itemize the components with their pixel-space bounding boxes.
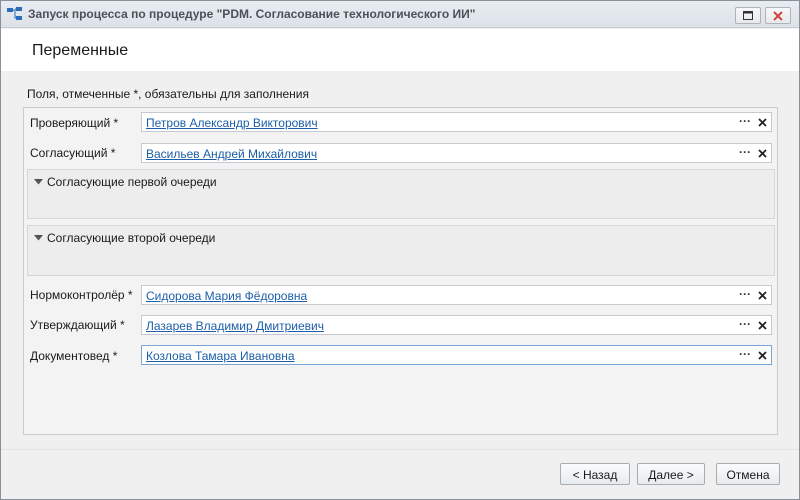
window-title: Запуск процесса по процедуре "PDM. Согла… bbox=[28, 7, 476, 21]
field-label-document-specialist: Документовед * bbox=[30, 349, 118, 363]
close-icon bbox=[773, 10, 783, 21]
norm-controller-browse-button[interactable]: ··· bbox=[737, 286, 753, 304]
field-label-confirmer: Утверждающий * bbox=[30, 318, 125, 332]
clear-x-icon bbox=[757, 350, 767, 360]
approver-value-link[interactable]: Васильев Андрей Михайлович bbox=[146, 147, 317, 161]
norm-controller-field[interactable]: Сидорова Мария Фёдоровна ··· bbox=[141, 285, 772, 305]
document-specialist-value-link[interactable]: Козлова Тамара Ивановна bbox=[146, 349, 295, 363]
first-round-group-label: Согласующие первой очереди bbox=[47, 175, 217, 189]
clear-x-icon bbox=[757, 117, 767, 127]
caret-down-icon bbox=[34, 235, 43, 241]
cancel-button[interactable]: Отмена bbox=[716, 463, 780, 485]
second-round-group-label: Согласующие второй очереди bbox=[47, 231, 216, 245]
clear-x-icon bbox=[757, 290, 767, 300]
confirmer-value-link[interactable]: Лазарев Владимир Дмитриевич bbox=[146, 319, 324, 333]
maximize-icon bbox=[743, 11, 753, 20]
approver-browse-button[interactable]: ··· bbox=[737, 144, 753, 162]
document-specialist-clear-button[interactable] bbox=[755, 347, 769, 363]
next-button[interactable]: Далее > bbox=[637, 463, 705, 485]
close-button[interactable] bbox=[765, 7, 791, 24]
footer-divider bbox=[1, 449, 799, 450]
dialog-window: Запуск процесса по процедуре "PDM. Согла… bbox=[0, 0, 800, 500]
field-label-approver: Согласующий * bbox=[30, 146, 116, 160]
document-specialist-field[interactable]: Козлова Тамара Ивановна ··· bbox=[141, 345, 772, 365]
caret-down-icon bbox=[34, 179, 43, 185]
norm-controller-value-link[interactable]: Сидорова Мария Фёдоровна bbox=[146, 289, 307, 303]
header-band: Переменные bbox=[1, 29, 799, 71]
field-label-reviewer: Проверяющий * bbox=[30, 116, 119, 130]
second-round-approvers-group: Согласующие второй очереди bbox=[27, 225, 775, 276]
clear-x-icon bbox=[757, 148, 767, 158]
first-round-group-header[interactable]: Согласующие первой очереди bbox=[34, 175, 217, 189]
document-specialist-browse-button[interactable]: ··· bbox=[737, 346, 753, 364]
field-label-norm-controller: Нормоконтролёр * bbox=[30, 288, 133, 302]
first-round-approvers-group: Согласующие первой очереди bbox=[27, 169, 775, 219]
approver-field[interactable]: Васильев Андрей Михайлович ··· bbox=[141, 143, 772, 163]
confirmer-browse-button[interactable]: ··· bbox=[737, 316, 753, 334]
reviewer-value-link[interactable]: Петров Александр Викторович bbox=[146, 116, 318, 130]
required-hint: Поля, отмеченные *, обязательны для запо… bbox=[27, 87, 310, 101]
norm-controller-clear-button[interactable] bbox=[755, 287, 769, 303]
reviewer-field[interactable]: Петров Александр Викторович ··· bbox=[141, 112, 772, 132]
confirmer-field[interactable]: Лазарев Владимир Дмитриевич ··· bbox=[141, 315, 772, 335]
title-bar: Запуск процесса по процедуре "PDM. Согла… bbox=[1, 1, 799, 28]
approver-clear-button[interactable] bbox=[755, 145, 769, 161]
process-tree-icon bbox=[7, 7, 22, 20]
confirmer-clear-button[interactable] bbox=[755, 317, 769, 333]
clear-x-icon bbox=[757, 320, 767, 330]
reviewer-clear-button[interactable] bbox=[755, 114, 769, 130]
page-title: Переменные bbox=[32, 42, 129, 59]
back-button[interactable]: < Назад bbox=[560, 463, 630, 485]
second-round-group-header[interactable]: Согласующие второй очереди bbox=[34, 231, 215, 245]
reviewer-browse-button[interactable]: ··· bbox=[737, 113, 753, 131]
variables-form: Проверяющий * Петров Александр Викторови… bbox=[23, 107, 778, 435]
maximize-button[interactable] bbox=[735, 7, 761, 24]
